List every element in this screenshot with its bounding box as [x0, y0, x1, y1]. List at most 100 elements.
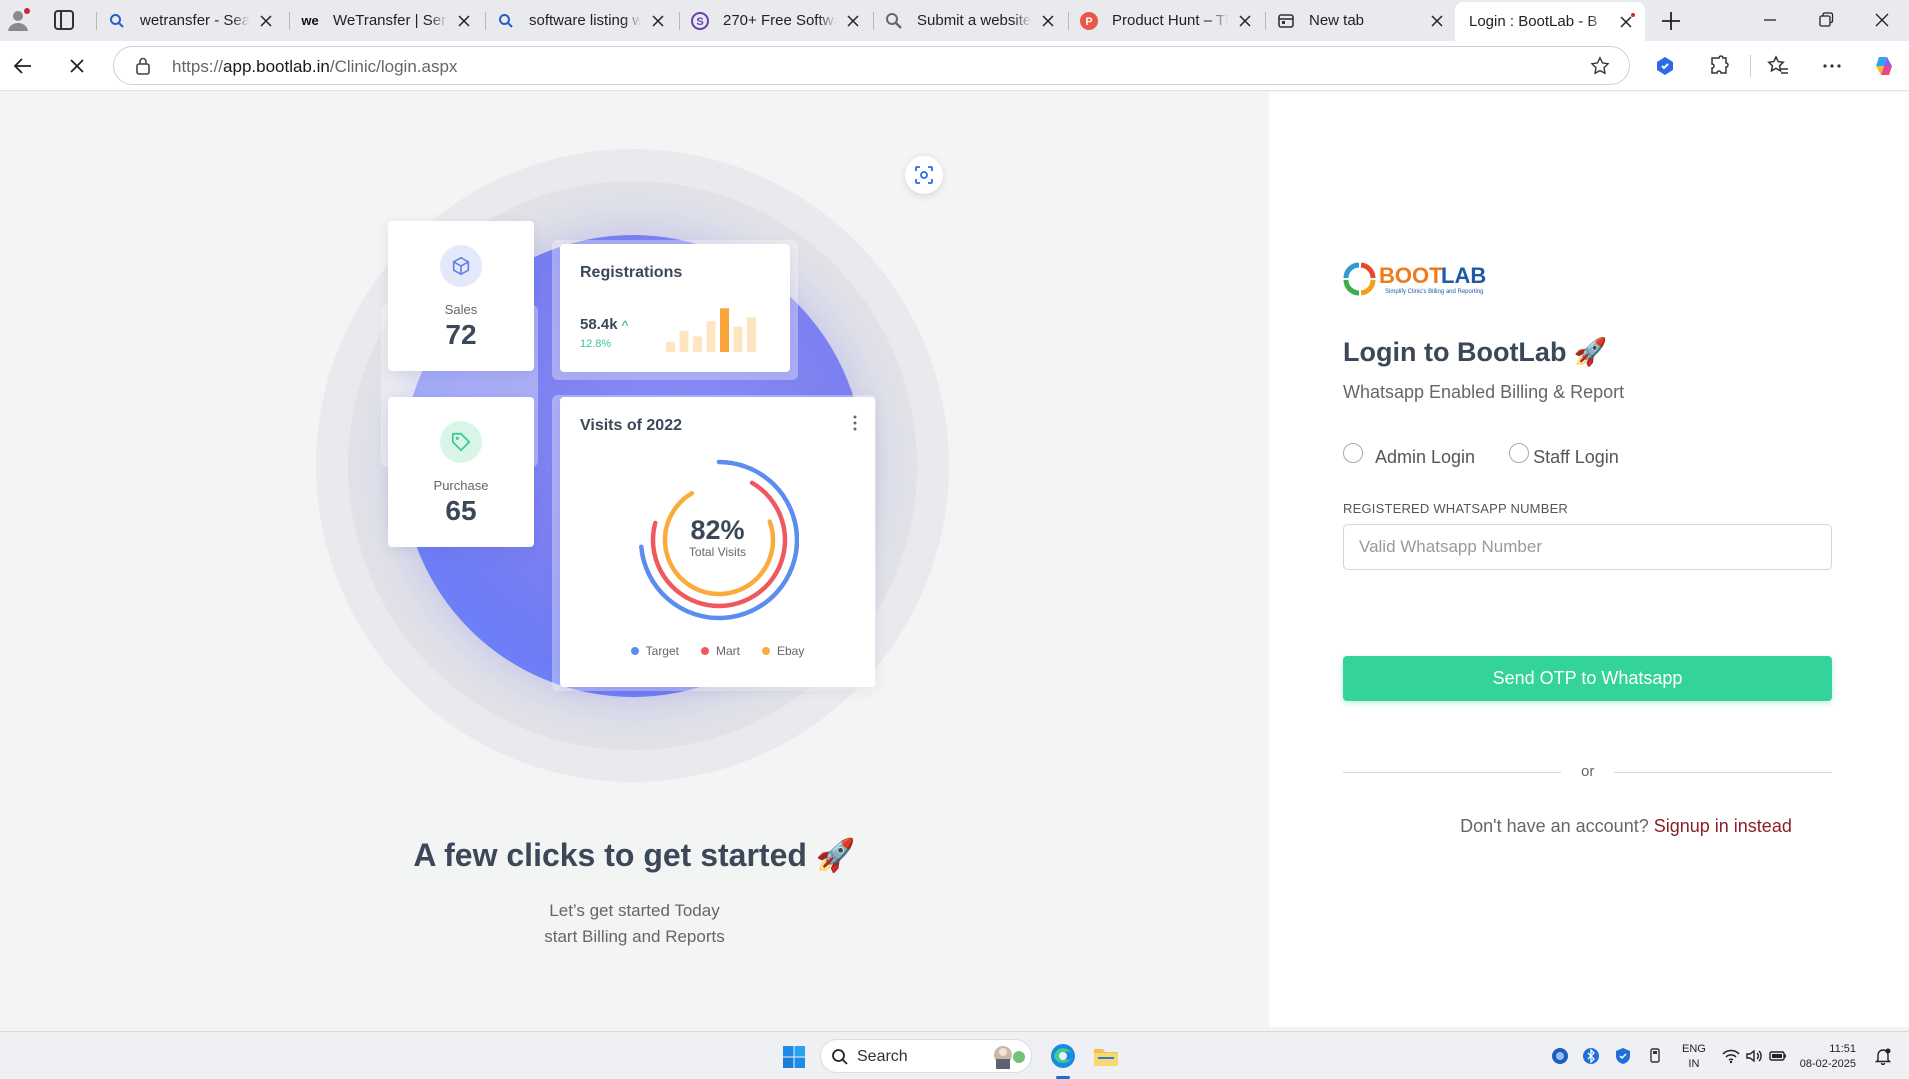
taskbar-search-box[interactable]: Search [820, 1039, 1032, 1073]
close-tab-icon[interactable] [1236, 12, 1254, 30]
signup-link[interactable]: Signup in instead [1654, 816, 1792, 836]
defender-icon[interactable] [1614, 1047, 1632, 1065]
producthunt-icon: P [1080, 11, 1098, 30]
taskbar-clock[interactable]: 11:51 08-02-2025 [1798, 1042, 1856, 1072]
admin-login-label[interactable]: Admin Login [1375, 447, 1475, 468]
close-window-icon[interactable] [1870, 8, 1894, 32]
login-title: Login to BootLab 🚀 [1343, 337, 1608, 367]
wifi-icon[interactable] [1722, 1047, 1740, 1065]
legend-item-mart: Mart [701, 644, 740, 658]
extensions-icon[interactable] [1707, 54, 1731, 78]
tab-title: wetransfer - Search [140, 12, 249, 29]
legend-label: Ebay [777, 644, 805, 658]
tab-separator [96, 12, 97, 30]
url-text[interactable]: https://app.bootlab.in/Clinic/login.aspx [172, 57, 457, 77]
url-scheme: https:// [172, 57, 224, 76]
bluetooth-icon[interactable] [1582, 1047, 1600, 1065]
close-tab-icon[interactable] [844, 12, 862, 30]
tab-title: Login : BootLab - B [1469, 13, 1598, 30]
close-tab-icon[interactable] [455, 12, 473, 30]
taskbar-search-label: Search [857, 1048, 908, 1065]
registrations-bar [720, 308, 729, 352]
legend-dot [701, 647, 709, 655]
tab-product-hunt[interactable]: P Product Hunt – The [1070, 4, 1264, 37]
send-otp-button[interactable]: Send OTP to Whatsapp [1343, 656, 1832, 701]
legend-item-target: Target [630, 644, 679, 658]
sales-label: Sales [444, 302, 478, 317]
hero-subtitle-line1: Let’s get started Today [549, 901, 720, 920]
registrations-bar-chart [666, 308, 756, 352]
registrations-title: Registrations [580, 264, 683, 281]
registrations-bar [747, 317, 756, 352]
url-path: /Clinic/login.aspx [329, 57, 458, 76]
login-type-radio-group: Admin Login Staff Login [1343, 437, 1619, 468]
tab-title: New tab [1309, 12, 1365, 29]
sales-value: 72 [445, 319, 477, 350]
lang-code: ENG [1682, 1043, 1706, 1055]
visual-search-button[interactable] [905, 156, 943, 194]
stop-loading-icon[interactable] [65, 54, 89, 78]
copilot-icon[interactable] [1872, 54, 1896, 78]
visits-percent: 82% [690, 515, 745, 545]
profile-icon[interactable] [6, 8, 30, 32]
illustration-panel: Sales 72 Purchase 65 Registrations 58.4k… [0, 92, 1269, 1027]
tab-new-tab[interactable]: New tab [1267, 4, 1456, 37]
volume-icon[interactable] [1745, 1047, 1763, 1065]
favorites-icon[interactable] [1766, 54, 1790, 78]
tab-submit-website[interactable]: Submit a website - [875, 4, 1067, 37]
staff-login-radio[interactable] [1509, 442, 1530, 463]
minimize-icon[interactable] [1758, 8, 1782, 32]
url-host: app.bootlab.in [223, 57, 330, 76]
legend-label: Target [645, 644, 679, 658]
close-tab-icon[interactable] [1428, 12, 1446, 30]
tab-wetransfer-search[interactable]: wetransfer - Search [98, 4, 285, 37]
login-subtitle: Whatsapp Enabled Billing & Report [1343, 382, 1625, 402]
usb-device-icon[interactable] [1646, 1047, 1664, 1065]
close-tab-icon[interactable] [1617, 12, 1635, 31]
tab-actions-icon[interactable] [54, 10, 74, 30]
security-shield-icon[interactable] [1551, 1047, 1569, 1065]
battery-icon[interactable] [1769, 1047, 1787, 1065]
legend-dot [630, 647, 639, 655]
signup-prompt-row: Don't have an account? Signup in instead [1269, 816, 1909, 837]
visual-search-icon [915, 166, 933, 184]
visits-title: Visits of 2022 [580, 417, 682, 434]
search-icon [497, 12, 515, 30]
search-icon [832, 1049, 848, 1065]
registrations-card: Registrations 58.4k ^ 12.8% [560, 244, 790, 372]
tab-wetransfer-send[interactable]: we WeTransfer | Send [291, 4, 483, 37]
tab-free-software[interactable]: S 270+ Free Software [681, 4, 872, 37]
close-tab-icon[interactable] [1039, 12, 1057, 30]
windows-start-icon[interactable] [782, 1045, 806, 1069]
new-tab-plus-icon[interactable] [1658, 8, 1684, 34]
price-tag-icon [440, 421, 482, 463]
lock-icon[interactable] [134, 56, 152, 76]
divider-line-right [1614, 772, 1832, 773]
restore-icon[interactable] [1814, 8, 1838, 32]
registrations-bar [666, 341, 675, 352]
admin-login-radio[interactable] [1343, 442, 1363, 463]
close-tab-icon[interactable] [257, 12, 275, 30]
search-highlight-icon [994, 1046, 1025, 1069]
kebab-menu-icon[interactable] [853, 415, 857, 431]
whatsapp-number-input[interactable] [1343, 524, 1832, 570]
sales-card: Sales 72 [388, 221, 534, 371]
input-language[interactable]: ENG IN [1682, 1042, 1706, 1072]
divider-line-left [1343, 772, 1561, 773]
file-explorer-icon[interactable] [1092, 1042, 1120, 1070]
whatsapp-number-label: REGISTERED WHATSAPP NUMBER [1343, 501, 1569, 516]
close-tab-icon[interactable] [649, 12, 667, 30]
more-options-icon[interactable] [1820, 54, 1844, 78]
notification-bell-icon[interactable] [1874, 1047, 1892, 1065]
purchase-label: Purchase [433, 478, 489, 493]
staff-login-label[interactable]: Staff Login [1533, 447, 1619, 468]
tab-bootlab-login[interactable]: Login : BootLab - B [1455, 2, 1645, 41]
logo-tagline: Simplify Clinic's Billing and Reporting [1385, 289, 1484, 295]
favorite-star-icon[interactable] [1589, 55, 1611, 77]
browser-essentials-icon[interactable] [1653, 54, 1677, 78]
address-bar[interactable]: https://app.bootlab.in/Clinic/login.aspx [113, 46, 1630, 85]
login-page: Sales 72 Purchase 65 Registrations 58.4k… [0, 92, 1909, 1027]
edge-browser-icon[interactable] [1049, 1042, 1077, 1070]
back-arrow-icon[interactable] [11, 54, 35, 78]
tab-software-listing[interactable]: software listing websites [487, 4, 677, 37]
